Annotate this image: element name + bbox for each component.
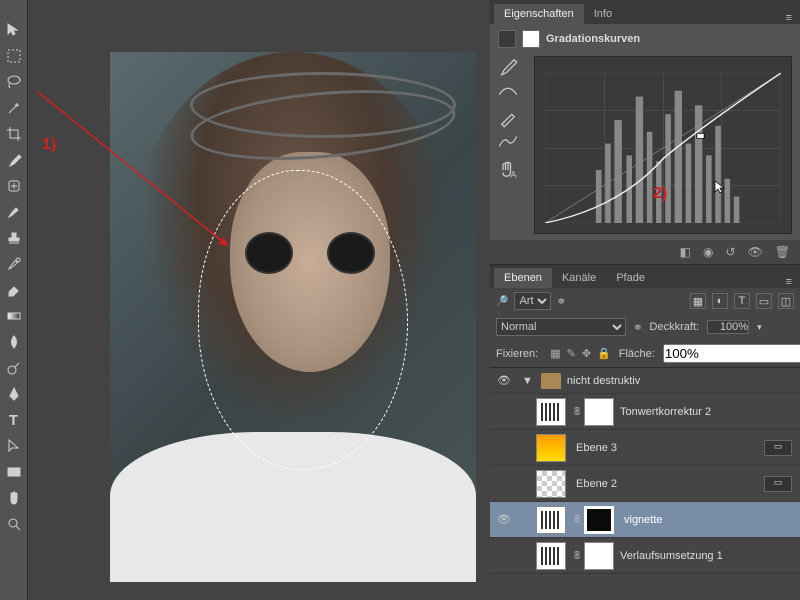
properties-footer: ◧ ◉ ↺ 👁 🗑: [490, 240, 800, 264]
layer-name[interactable]: Verlaufsumsetzung 1: [620, 550, 800, 562]
layer-mask-thumbnail[interactable]: [584, 506, 614, 534]
healing-brush-tool[interactable]: [2, 174, 26, 198]
zoom-tool[interactable]: [2, 512, 26, 536]
curves-graph[interactable]: 2): [534, 56, 792, 234]
layer-group[interactable]: 👁 ▼ nicht destruktiv: [490, 368, 800, 394]
tab-properties[interactable]: Eigenschaften: [494, 4, 584, 24]
dodge-tool[interactable]: [2, 356, 26, 380]
layer-thumbnail[interactable]: [536, 434, 566, 462]
pen-tool[interactable]: [2, 382, 26, 406]
opacity-label: Deckkraft:: [650, 321, 700, 333]
layer-name[interactable]: Ebene 2: [576, 478, 764, 490]
type-tool[interactable]: T: [2, 408, 26, 432]
fill-label: Fläche:: [619, 348, 655, 360]
layer-name[interactable]: Tonwertkorrektur 2: [620, 406, 800, 418]
document-image: [110, 52, 476, 582]
folder-icon: [541, 373, 561, 389]
properties-title: Gradationskurven: [546, 33, 640, 45]
fill-input[interactable]: [663, 344, 800, 363]
lock-paint-icon[interactable]: ✎: [567, 347, 576, 360]
move-tool[interactable]: [2, 18, 26, 42]
curves-hand-icon[interactable]: A: [498, 160, 518, 176]
canvas-area[interactable]: 1): [28, 0, 490, 600]
tab-layers[interactable]: Ebenen: [494, 268, 552, 288]
filter-type-icon[interactable]: T: [734, 293, 750, 309]
marquee-tool[interactable]: [2, 44, 26, 68]
visibility-icon[interactable]: 👁: [748, 245, 763, 259]
curves-pencil-icon[interactable]: [498, 108, 518, 124]
clip-icon[interactable]: ◧: [680, 245, 691, 259]
layer-name[interactable]: nicht destruktiv: [567, 375, 800, 387]
layer-fx-icon[interactable]: ▭: [764, 440, 792, 456]
layers-tabs: Ebenen Kanäle Pfade ≡: [490, 264, 800, 288]
view-prev-icon[interactable]: ◉: [703, 245, 713, 259]
layer-row[interactable]: 𝟠 Verlaufsumsetzung 1: [490, 538, 800, 574]
layer-mask-thumbnail[interactable]: [584, 542, 614, 570]
properties-panel: Gradationskurven A: [490, 24, 800, 240]
curves-auto-icon[interactable]: [498, 82, 518, 98]
filter-pixel-icon[interactable]: ▦: [690, 293, 706, 309]
filter-shape-icon[interactable]: ▭: [756, 293, 772, 309]
tab-info[interactable]: Info: [584, 4, 622, 24]
tab-paths[interactable]: Pfade: [606, 268, 655, 288]
curves-adjustment-icon: [498, 30, 516, 48]
lock-all-icon[interactable]: 🔒: [597, 347, 611, 360]
curves-sampler-icon[interactable]: [498, 56, 518, 72]
layer-row[interactable]: Ebene 3 ▭: [490, 430, 800, 466]
layer-mask-thumbnail[interactable]: [584, 398, 614, 426]
layers-panel: 🔎 Art ≑ ▦ ◐ T ▭ ◫ Normal ≑ Deckkraft: ▾ …: [490, 288, 800, 574]
filter-smart-icon[interactable]: ◫: [778, 293, 794, 309]
trash-icon[interactable]: 🗑: [775, 245, 790, 259]
layer-thumbnail[interactable]: [536, 470, 566, 498]
panel-menu-icon[interactable]: ≡: [778, 12, 800, 24]
lock-label: Fixieren:: [496, 348, 538, 360]
blend-mode-select[interactable]: Normal: [496, 318, 626, 336]
layer-row[interactable]: 𝟠 Tonwertkorrektur 2: [490, 394, 800, 430]
opacity-input[interactable]: [707, 320, 749, 334]
svg-text:A: A: [511, 170, 517, 180]
gradient-tool[interactable]: [2, 304, 26, 328]
layer-row[interactable]: Ebene 2 ▭: [490, 466, 800, 502]
hand-tool[interactable]: [2, 486, 26, 510]
eyedropper-tool[interactable]: [2, 148, 26, 172]
reset-icon[interactable]: ↺: [725, 245, 735, 259]
layer-name[interactable]: Ebene 3: [576, 442, 764, 454]
stamp-tool[interactable]: [2, 226, 26, 250]
layer-thumbnail[interactable]: [536, 542, 566, 570]
magic-wand-tool[interactable]: [2, 96, 26, 120]
layer-list: 👁 ▼ nicht destruktiv 𝟠 Tonwertkorrektur …: [490, 367, 800, 574]
link-icon[interactable]: 𝟠: [570, 549, 584, 562]
layer-fx-icon[interactable]: ▭: [764, 476, 792, 492]
visibility-toggle[interactable]: 👁: [490, 374, 518, 387]
layer-name[interactable]: vignette: [624, 514, 800, 526]
tools-toolbar: T: [0, 0, 28, 600]
link-icon[interactable]: 𝟠: [570, 513, 584, 526]
mask-icon: [522, 30, 540, 48]
history-brush-tool[interactable]: [2, 252, 26, 276]
link-icon[interactable]: 𝟠: [570, 405, 584, 418]
layer-thumbnail[interactable]: [536, 506, 566, 534]
tab-channels[interactable]: Kanäle: [552, 268, 606, 288]
filter-adjust-icon[interactable]: ◐: [712, 293, 728, 309]
path-select-tool[interactable]: [2, 434, 26, 458]
properties-tabs: Eigenschaften Info ≡: [490, 0, 800, 24]
panel-menu-icon[interactable]: ≡: [778, 276, 800, 288]
crop-tool[interactable]: [2, 122, 26, 146]
lock-position-icon[interactable]: ✥: [582, 347, 591, 360]
layer-filter-kind[interactable]: Art: [514, 292, 551, 310]
rectangle-tool[interactable]: [2, 460, 26, 484]
disclosure-triangle-icon[interactable]: ▼: [522, 375, 533, 387]
layer-row[interactable]: 👁 𝟠 vignette: [490, 502, 800, 538]
eraser-tool[interactable]: [2, 278, 26, 302]
curves-smooth-icon[interactable]: [498, 134, 518, 150]
visibility-toggle[interactable]: 👁: [490, 513, 518, 526]
right-panel-dock: Eigenschaften Info ≡ Gradationskurven A: [490, 0, 800, 600]
blur-tool[interactable]: [2, 330, 26, 354]
annotation-1: 1): [42, 136, 56, 154]
lasso-tool[interactable]: [2, 70, 26, 94]
layer-thumbnail[interactable]: [536, 398, 566, 426]
lock-transparent-icon[interactable]: ▦: [550, 347, 560, 360]
brush-tool[interactable]: [2, 200, 26, 224]
